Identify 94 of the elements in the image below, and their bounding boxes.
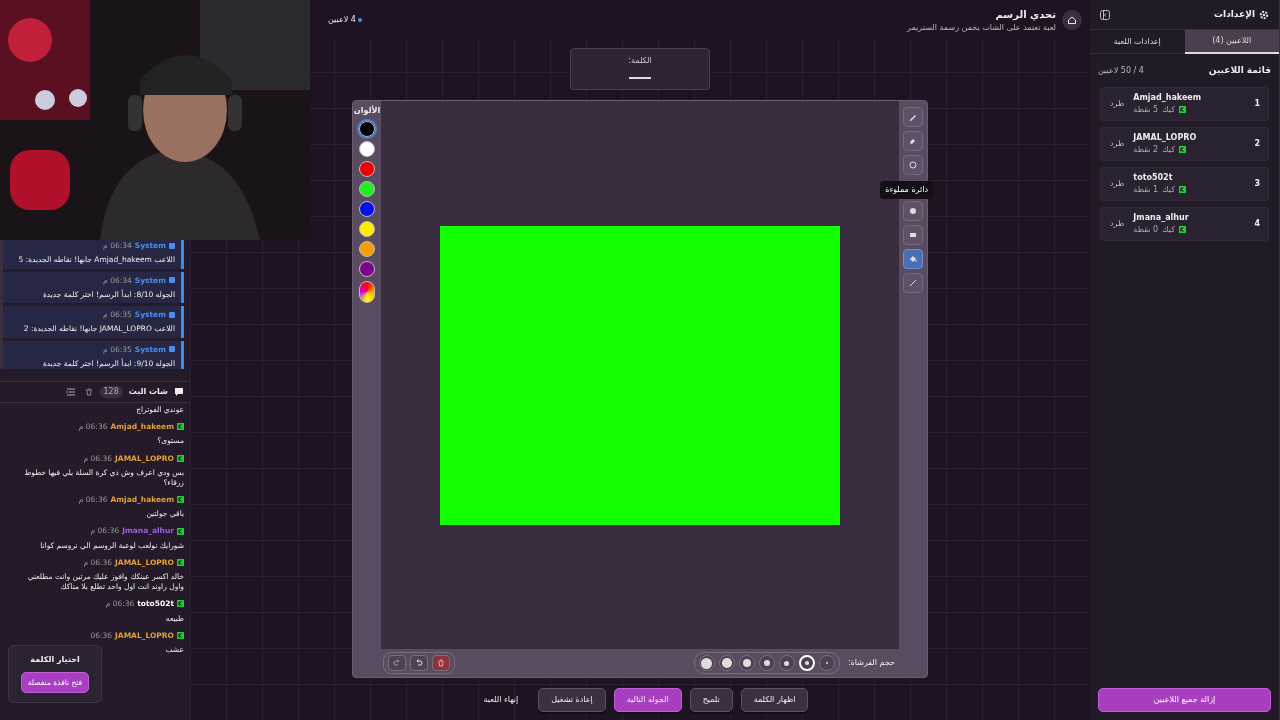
kick-logo-icon	[177, 496, 184, 504]
trash-icon[interactable]	[83, 387, 94, 397]
action-button[interactable]: إعادة تشغيل	[538, 688, 606, 712]
undo-icon	[414, 658, 424, 668]
kick-link[interactable]: طرد	[1109, 216, 1126, 231]
tab[interactable]: اللاعبين (4)	[1184, 30, 1279, 54]
player-points: 1 نقطة	[1133, 183, 1159, 196]
player-name: Jmana_alhur	[1133, 211, 1189, 224]
color-swatch[interactable]	[359, 201, 375, 217]
eraser-icon	[908, 136, 918, 146]
platform-label: كيك	[1162, 183, 1176, 196]
color-swatch[interactable]	[359, 241, 375, 257]
kick-link[interactable]: طرد	[1109, 96, 1126, 111]
bot-icon	[169, 346, 175, 353]
rank-number: 1	[1254, 97, 1260, 110]
player-points: 2 نقطة	[1133, 143, 1159, 156]
end-game-link[interactable]: إنهاء اللعبة	[471, 689, 531, 711]
kick-logo-icon	[177, 631, 184, 639]
color-swatch[interactable]	[359, 261, 375, 277]
color-swatch[interactable]	[359, 221, 375, 237]
platform-label: كيك	[1162, 143, 1176, 156]
player-points: 5 نقطة	[1133, 103, 1159, 116]
eraser-tool[interactable]	[903, 131, 923, 151]
home-button[interactable]	[1062, 10, 1082, 30]
status-dot-icon	[357, 18, 362, 22]
home-icon	[1067, 15, 1077, 25]
line-icon	[908, 278, 918, 288]
section-title: قائمة اللاعبين	[1208, 64, 1271, 78]
card-title: اختيار الكلمة	[30, 654, 80, 666]
kick-logo-icon	[177, 558, 184, 566]
player-capacity: 4 / 50 لاعبين	[1098, 64, 1144, 77]
brush-size-label: حجم الفرشاة:	[847, 657, 895, 669]
gear-icon	[1259, 9, 1269, 20]
paint-bucket-icon	[908, 254, 918, 264]
kick-logo-icon	[177, 527, 184, 535]
player-name: toto502t	[1133, 171, 1173, 184]
word-label: الكلمة:	[628, 55, 652, 67]
brush-size-option[interactable]	[778, 655, 795, 671]
chat-title: شات البث	[128, 386, 168, 398]
pencil-icon	[908, 112, 918, 122]
platform-label: كيك	[1162, 103, 1176, 116]
rank-number: 2	[1254, 137, 1260, 150]
player-name: JAMAL_LOPRO	[1133, 131, 1197, 144]
brush-size-option[interactable]	[718, 655, 735, 671]
panel-title: الإعدادات	[1214, 7, 1255, 21]
next-round-button[interactable]: الجوله التالية	[613, 688, 682, 712]
undo-button[interactable]	[410, 655, 428, 671]
bot-icon	[169, 242, 175, 249]
brush-size-option[interactable]	[738, 655, 755, 671]
kick-logo-icon	[1179, 186, 1187, 193]
brush-size-option[interactable]	[758, 655, 775, 671]
kick-logo-icon	[1179, 106, 1187, 113]
color-swatch[interactable]	[359, 161, 375, 177]
rank-number: 4	[1254, 217, 1260, 230]
color-picker[interactable]	[359, 281, 375, 303]
tooltip: دائرة مملوءة	[880, 181, 933, 199]
player-name: Amjad_hakeem	[1133, 91, 1202, 104]
kick-logo-icon	[177, 600, 184, 608]
list-icon[interactable]	[65, 387, 76, 397]
kick-logo-icon	[177, 423, 184, 431]
pencil-tool[interactable]	[903, 107, 923, 127]
redo-icon	[392, 658, 402, 668]
app-subtitle: لعبة تعتمد على الشات يخمن رسمة الستريمر	[907, 21, 1056, 34]
brush-size-option[interactable]	[698, 655, 715, 671]
kick-logo-icon	[1179, 146, 1187, 153]
kick-logo-icon	[1179, 226, 1187, 233]
action-button[interactable]: تلميح	[689, 688, 733, 712]
action-button[interactable]: اظهار الكلمة	[740, 688, 809, 712]
message-count: 128	[99, 386, 123, 398]
players-count: 4 لاعبين	[328, 14, 356, 26]
kick-link[interactable]: طرد	[1109, 136, 1126, 151]
trash-button[interactable]	[432, 655, 450, 671]
player-points: 0 نقطة	[1133, 223, 1159, 236]
chat-icon	[174, 387, 184, 397]
palette-title: الألوان	[353, 105, 381, 117]
color-swatch[interactable]	[359, 181, 375, 197]
circle-tool[interactable]	[903, 155, 923, 175]
trash-icon	[436, 658, 446, 668]
fill-tool[interactable]	[903, 249, 923, 269]
rectangle-tool[interactable]	[903, 225, 923, 245]
app-title: تحدي الرسم	[994, 7, 1056, 22]
filled-circle-icon	[908, 206, 918, 216]
platform-label: كيك	[1162, 223, 1176, 236]
collapse-panel-icon[interactable]	[1100, 9, 1110, 20]
bot-icon	[169, 311, 175, 318]
color-swatch[interactable]	[359, 121, 375, 137]
bot-icon	[169, 277, 175, 284]
filled-circle-tool[interactable]	[903, 201, 923, 221]
kick-logo-icon	[177, 454, 184, 462]
color-swatch[interactable]	[359, 141, 375, 157]
kick-link[interactable]: طرد	[1109, 176, 1126, 191]
rank-number: 3	[1254, 177, 1260, 190]
remove-all-button[interactable]: إزالة جميع اللاعبين	[1098, 688, 1271, 712]
circle-icon	[908, 160, 918, 170]
